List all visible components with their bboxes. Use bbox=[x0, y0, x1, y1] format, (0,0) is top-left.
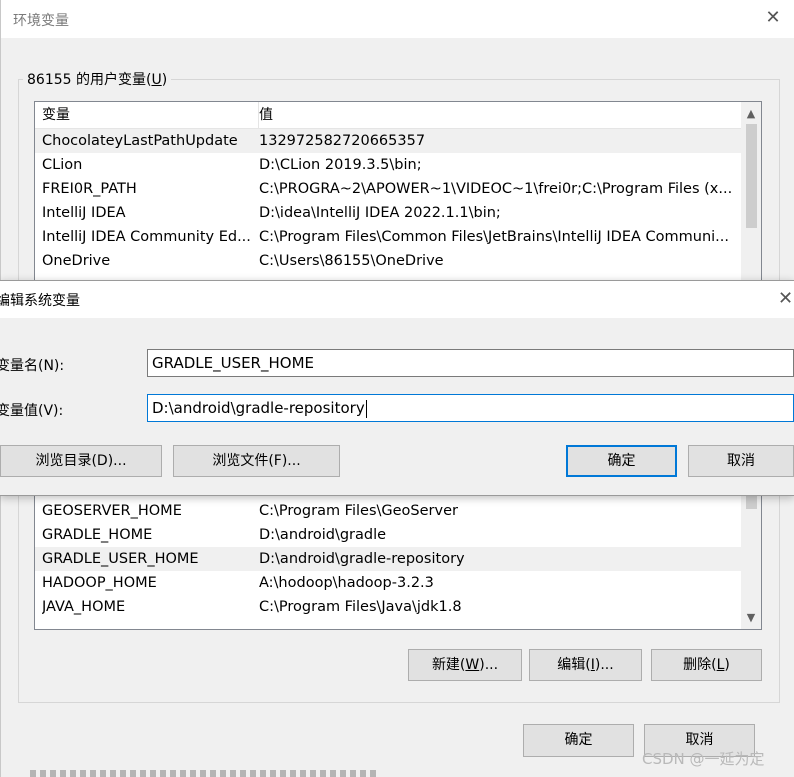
variable-value: A:\hodoop\hadoop-3.2.3 bbox=[259, 575, 434, 591]
variable-name: JAVA_HOME bbox=[42, 599, 126, 615]
variable-name: OneDrive bbox=[42, 253, 111, 269]
window-title: 环境变量 bbox=[13, 13, 69, 29]
variable-name: FREI0R_PATH bbox=[42, 181, 137, 197]
column-header-variable[interactable]: 变量 bbox=[35, 102, 259, 129]
variable-name: HADOOP_HOME bbox=[42, 575, 157, 591]
ok-button[interactable]: 确定 bbox=[523, 724, 634, 757]
user-variables-list-lower[interactable]: GEOSERVER_HOME C:\Program Files\GeoServe… bbox=[34, 493, 762, 630]
table-row[interactable]: GRADLE_USER_HOME D:\android\gradle-repos… bbox=[35, 547, 741, 571]
variable-name: GRADLE_HOME bbox=[42, 527, 153, 543]
variable-value: C:\Program Files\Common Files\JetBrains\… bbox=[259, 229, 729, 245]
variable-value: C:\PROGRA~2\APOWER~1\VIDEOC~1\frei0r;C:\… bbox=[259, 181, 733, 197]
table-row[interactable]: ChocolateyLastPathUpdate 132972582720665… bbox=[35, 129, 741, 153]
scrollbar-thumb[interactable] bbox=[746, 124, 757, 228]
table-row[interactable]: JAVA_HOME C:\Program Files\Java\jdk1.8 bbox=[35, 595, 741, 619]
variable-value: D:\idea\IntelliJ IDEA 2022.1.1\bin; bbox=[259, 205, 501, 221]
variable-name: ChocolateyLastPathUpdate bbox=[42, 133, 238, 149]
dialog-title: 编辑系统变量 bbox=[0, 293, 80, 309]
background-strip bbox=[30, 770, 380, 777]
new-button[interactable]: 新建(W)... bbox=[408, 649, 522, 681]
user-variables-label: 86155 的用户变量(U) bbox=[23, 69, 172, 89]
browse-directory-button[interactable]: 浏览目录(D)... bbox=[0, 445, 162, 477]
scroll-down-arrow-icon[interactable]: ▼ bbox=[741, 609, 761, 627]
variable-name: GRADLE_USER_HOME bbox=[42, 551, 199, 567]
close-icon[interactable]: ✕ bbox=[778, 288, 793, 309]
variable-name-label: 变量名(N): bbox=[0, 358, 65, 374]
variable-value-label: 变量值(V): bbox=[0, 403, 64, 419]
variable-name: GEOSERVER_HOME bbox=[42, 503, 182, 519]
edit-system-variable-dialog: 编辑系统变量 ✕ 变量名(N): GRADLE_USER_HOME 变量值(V)… bbox=[0, 280, 794, 496]
browse-file-button[interactable]: 浏览文件(F)... bbox=[173, 445, 340, 477]
title-bar: 环境变量 ✕ bbox=[1, 0, 794, 38]
variable-name: IntelliJ IDEA Community Ed... bbox=[42, 229, 250, 245]
table-row[interactable]: GRADLE_HOME D:\android\gradle bbox=[35, 523, 741, 547]
scroll-up-arrow-icon[interactable]: ▲ bbox=[741, 105, 761, 123]
table-row[interactable]: GEOSERVER_HOME C:\Program Files\GeoServe… bbox=[35, 499, 741, 523]
variable-value: D:\android\gradle-repository bbox=[259, 551, 465, 567]
dialog-cancel-button[interactable]: 取消 bbox=[688, 445, 794, 477]
variable-name: IntelliJ IDEA bbox=[42, 205, 126, 221]
dialog-ok-button[interactable]: 确定 bbox=[566, 445, 677, 477]
variable-value: D:\android\gradle bbox=[259, 527, 387, 543]
watermark-text: CSDN @一延为定 bbox=[642, 750, 765, 768]
list-scrollbar[interactable]: ▲ bbox=[741, 102, 761, 290]
variable-name: CLion bbox=[42, 157, 83, 173]
column-header-value[interactable]: 值 bbox=[252, 102, 745, 129]
variable-value: C:\Users\86155\OneDrive bbox=[259, 253, 444, 269]
table-row[interactable]: FREI0R_PATH C:\PROGRA~2\APOWER~1\VIDEOC~… bbox=[35, 177, 741, 201]
close-icon[interactable]: ✕ bbox=[763, 8, 783, 28]
table-row[interactable]: IntelliJ IDEA D:\idea\IntelliJ IDEA 2022… bbox=[35, 201, 741, 225]
table-row[interactable]: CLion D:\CLion 2019.3.5\bin; bbox=[35, 153, 741, 177]
variable-value: C:\Program Files\GeoServer bbox=[259, 503, 458, 519]
variable-value-input[interactable]: D:\android\gradle-repository bbox=[147, 394, 794, 422]
edit-button[interactable]: 编辑(I)... bbox=[529, 649, 642, 681]
variable-value: 132972582720665357 bbox=[259, 133, 426, 149]
delete-button[interactable]: 删除(L) bbox=[651, 649, 762, 681]
variable-value: D:\CLion 2019.3.5\bin; bbox=[259, 157, 422, 173]
table-row[interactable]: IntelliJ IDEA Community Ed... C:\Program… bbox=[35, 225, 741, 249]
table-row[interactable]: OneDrive C:\Users\86155\OneDrive bbox=[35, 249, 741, 273]
variable-value: C:\Program Files\Java\jdk1.8 bbox=[259, 599, 462, 615]
user-variables-list[interactable]: 变量 值 ChocolateyLastPathUpdate 1329725827… bbox=[34, 101, 762, 291]
dialog-title-bar: 编辑系统变量 ✕ bbox=[0, 281, 794, 318]
variable-name-input[interactable]: GRADLE_USER_HOME bbox=[147, 349, 794, 377]
list-scrollbar-lower[interactable]: ▼ bbox=[741, 493, 761, 629]
table-row[interactable]: HADOOP_HOME A:\hodoop\hadoop-3.2.3 bbox=[35, 571, 741, 595]
